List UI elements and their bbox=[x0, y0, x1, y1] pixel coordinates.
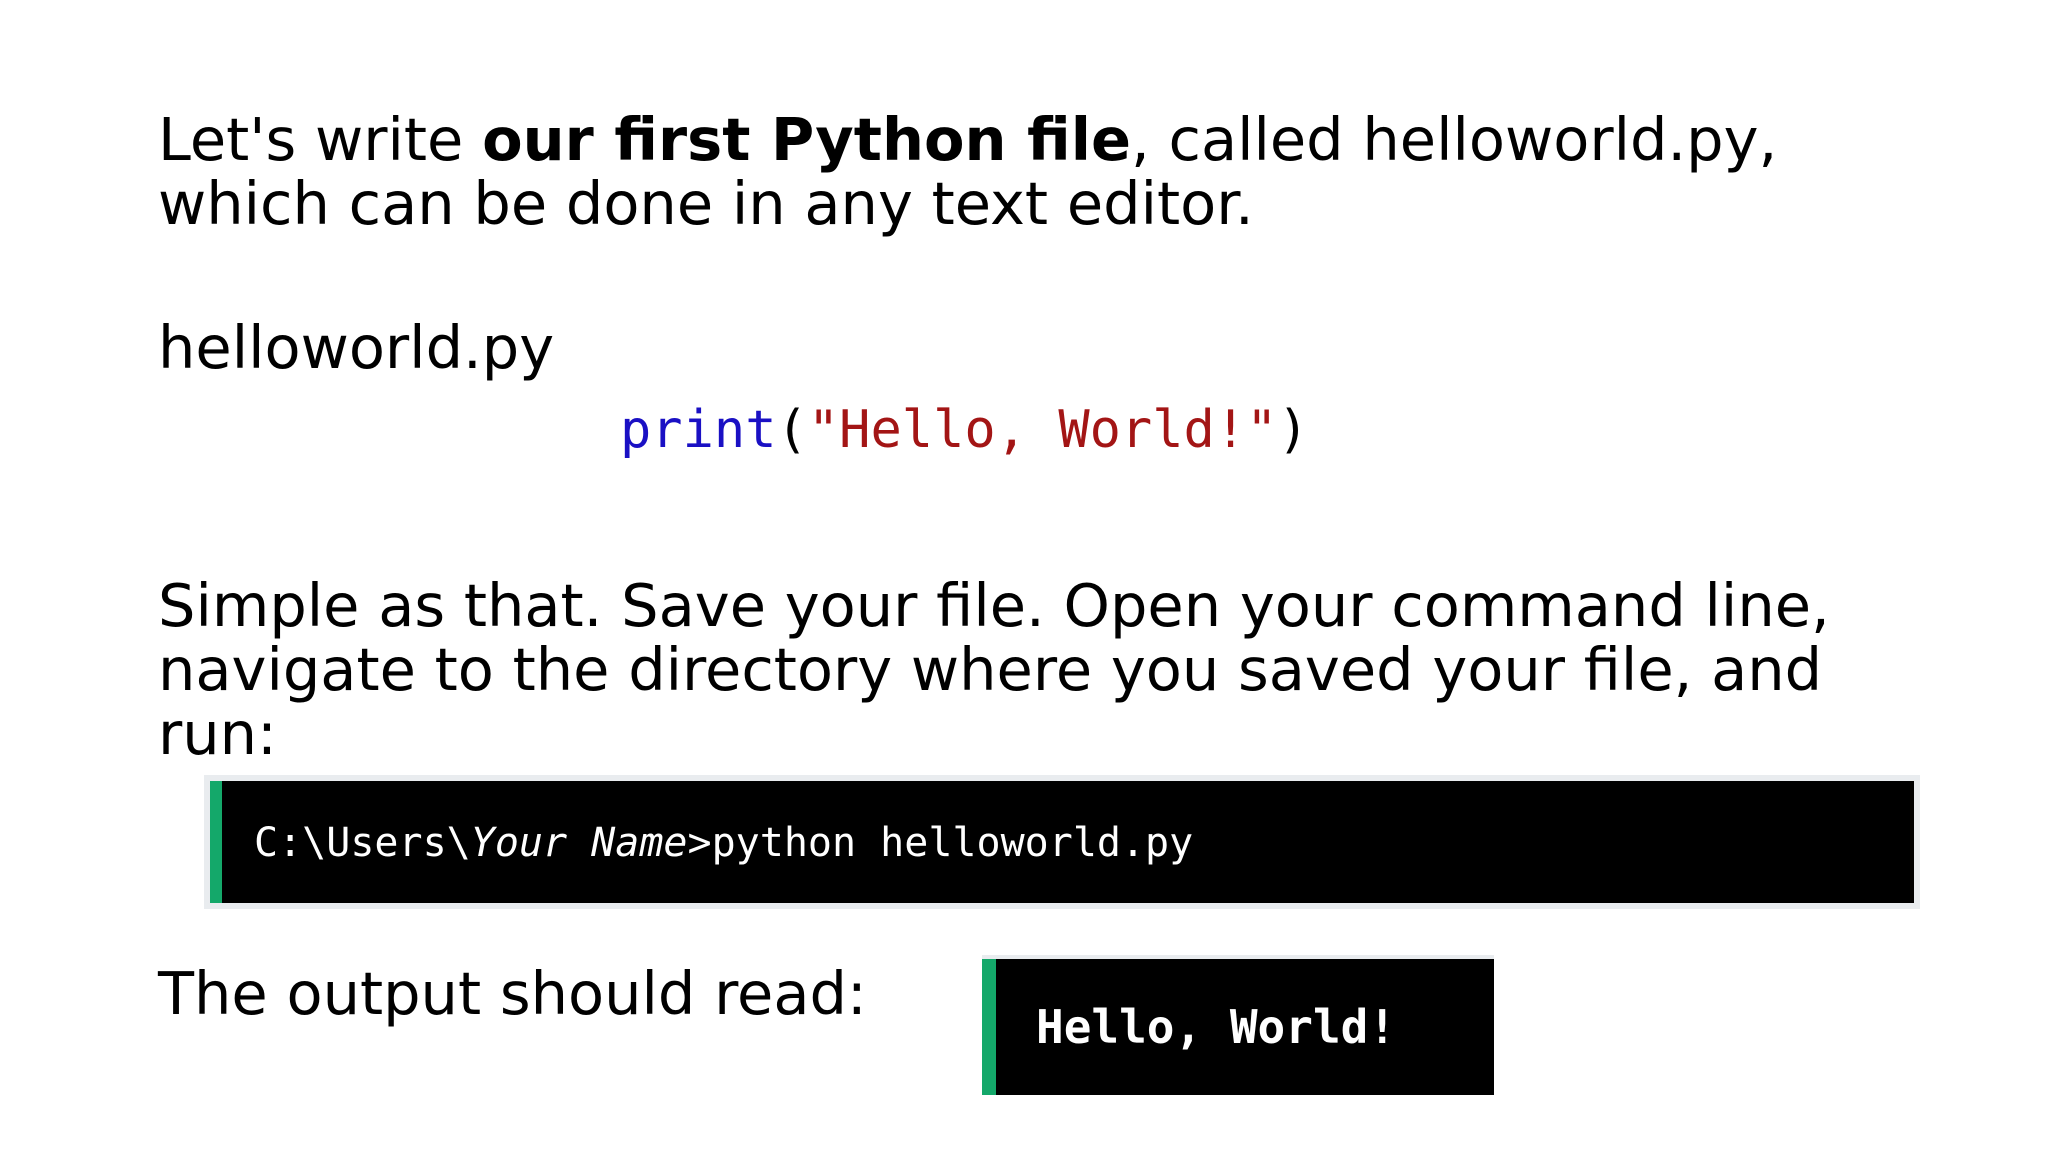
code-open-paren: ( bbox=[776, 400, 808, 460]
terminal-accent-bar bbox=[982, 959, 996, 1095]
output-text: Hello, World! bbox=[1036, 1000, 1397, 1054]
filename-heading: helloworld.py bbox=[158, 313, 555, 382]
instructions-line-2: navigate to the directory where you save… bbox=[158, 635, 1823, 704]
command-italic-name: Your Name bbox=[470, 820, 688, 866]
intro-line-1: Let's write our first Python file, calle… bbox=[158, 108, 1777, 172]
intro-text-start: Let's write bbox=[158, 105, 483, 174]
code-snippet: print("Hello, World!") bbox=[620, 398, 1309, 462]
output-label: The output should read: bbox=[158, 959, 867, 1028]
command-suffix: >python helloworld.py bbox=[687, 820, 1194, 866]
intro-text-end: , called helloworld.py, bbox=[1131, 105, 1778, 174]
command-prefix: C:\Users\ bbox=[254, 820, 471, 866]
command-terminal: C:\Users\Your Name>python helloworld.py bbox=[204, 775, 1920, 909]
code-close-paren: ) bbox=[1277, 400, 1309, 460]
slide: Let's write our first Python file, calle… bbox=[0, 0, 2048, 1152]
intro-line-2: which can be done in any text editor. bbox=[158, 169, 1254, 238]
code-keyword: print bbox=[620, 400, 777, 460]
command-text: C:\Users\Your Name>python helloworld.py bbox=[254, 815, 1193, 871]
instructions-paragraph: Simple as that. Save your file. Open you… bbox=[158, 574, 1830, 766]
instructions-line-3: run: bbox=[158, 699, 277, 768]
intro-bold-text: our first Python file bbox=[482, 105, 1131, 174]
instructions-line-1: Simple as that. Save your file. Open you… bbox=[158, 571, 1830, 640]
code-string: "Hello, World!" bbox=[807, 400, 1278, 460]
output-terminal: Hello, World! bbox=[982, 955, 1494, 1095]
intro-paragraph: Let's write our first Python file, calle… bbox=[158, 108, 1777, 236]
terminal-accent-bar bbox=[210, 781, 222, 903]
